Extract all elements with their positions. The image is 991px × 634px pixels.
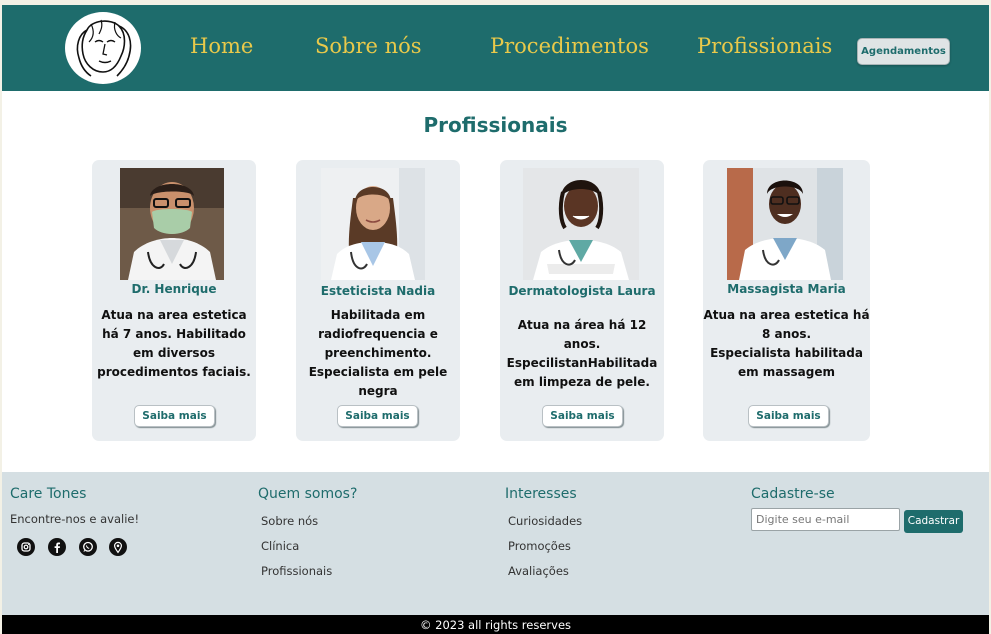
header: Home Sobre nós Procedimentos Profissiona… bbox=[2, 5, 989, 91]
card-name: Dr. Henrique bbox=[131, 282, 217, 296]
location-icon[interactable] bbox=[109, 538, 127, 556]
card-description-line: em diversos bbox=[133, 346, 215, 360]
card-description-line: Atua na area estetica bbox=[101, 308, 247, 322]
cadastrar-button[interactable]: Cadastrar bbox=[904, 510, 963, 533]
footer-about-title: Quem somos? bbox=[258, 486, 358, 502]
saiba-mais-button[interactable]: Saiba mais bbox=[337, 405, 418, 427]
footer-link-avaliacoes[interactable]: Avaliações bbox=[508, 564, 569, 578]
email-field[interactable] bbox=[751, 508, 900, 531]
card-description: Atua na area estetica há 7 anos. Habilit… bbox=[96, 306, 252, 382]
footer: Care Tones Encontre-nos e avalie! Quem s… bbox=[2, 472, 989, 615]
copyright-bar: © 2023 all rights reserves bbox=[2, 615, 989, 634]
professional-card-laura: Dermatologista Laura Atua na área há 12 … bbox=[500, 160, 664, 441]
professional-card-maria: Massagista Maria Atua na area estetica h… bbox=[703, 160, 870, 441]
saiba-mais-button[interactable]: Saiba mais bbox=[748, 405, 829, 427]
card-description-line: Habilitada em bbox=[330, 308, 426, 322]
card-name: Dermatologista Laura bbox=[508, 284, 656, 298]
section-title: Profissionais bbox=[423, 113, 568, 137]
photo-henrique bbox=[120, 168, 224, 280]
card-description-line: 8 anos. bbox=[761, 327, 812, 341]
footer-link-curiosidades[interactable]: Curiosidades bbox=[508, 514, 582, 528]
facebook-icon[interactable] bbox=[48, 538, 66, 556]
logo-face-icon bbox=[76, 19, 132, 77]
card-description: Habilitada em radiofrequencia e preenchi… bbox=[300, 306, 456, 401]
nav-profissionais[interactable]: Profissionais bbox=[697, 34, 832, 58]
footer-link-clinica[interactable]: Clínica bbox=[261, 539, 299, 553]
card-description-line: há 7 anos. Habilitado bbox=[102, 327, 246, 341]
footer-link-sobre-nos[interactable]: Sobre nós bbox=[261, 514, 318, 528]
logo[interactable] bbox=[65, 12, 141, 84]
card-name: Esteticista Nadia bbox=[320, 284, 436, 298]
card-description-line: em limpeza de pele. bbox=[514, 375, 650, 389]
card-description-line: negra bbox=[358, 384, 398, 398]
instagram-icon[interactable] bbox=[17, 538, 35, 556]
card-name: Massagista Maria bbox=[727, 282, 846, 296]
nav-sobre-nos[interactable]: Sobre nós bbox=[315, 34, 422, 58]
professional-card-nadia: Esteticista Nadia Habilitada em radiofre… bbox=[296, 160, 460, 441]
card-description: Atua na area estetica há 8 anos. Especia… bbox=[703, 306, 870, 382]
nav-procedimentos[interactable]: Procedimentos bbox=[490, 34, 649, 58]
whatsapp-icon[interactable] bbox=[79, 538, 97, 556]
page: Home Sobre nós Procedimentos Profissiona… bbox=[2, 5, 989, 634]
photo-laura bbox=[523, 168, 639, 280]
saiba-mais-button[interactable]: Saiba mais bbox=[134, 405, 215, 427]
nav-home[interactable]: Home bbox=[190, 34, 253, 58]
footer-brand-subtitle: Encontre-nos e avalie! bbox=[10, 512, 140, 526]
photo-nadia bbox=[321, 168, 425, 280]
footer-interests-title: Interesses bbox=[505, 486, 577, 502]
card-description-line: radiofrequencia e bbox=[318, 327, 438, 341]
card-description-line: Atua na area estetica há bbox=[703, 308, 870, 322]
photo-maria bbox=[727, 168, 843, 280]
footer-link-profissionais[interactable]: Profissionais bbox=[261, 564, 332, 578]
card-description-line: Especialista em pele bbox=[308, 365, 448, 379]
card-description-line: Atua na área há 12 anos. bbox=[517, 318, 647, 351]
card-description: Atua na área há 12 anos. EspecilistanHab… bbox=[500, 316, 664, 392]
card-description-line: preenchimento. bbox=[324, 346, 432, 360]
card-description-line: em massagem bbox=[737, 365, 836, 379]
footer-signup-title: Cadastre-se bbox=[751, 486, 835, 502]
agendamentos-button[interactable]: Agendamentos bbox=[857, 38, 950, 65]
footer-brand-title: Care Tones bbox=[10, 486, 87, 502]
footer-link-promocoes[interactable]: Promoções bbox=[508, 539, 571, 553]
saiba-mais-button[interactable]: Saiba mais bbox=[542, 405, 623, 427]
card-description-line: procedimentos faciais. bbox=[97, 365, 251, 379]
card-description-line: EspecilistanHabilitada bbox=[506, 356, 658, 370]
professional-card-henrique: Dr. Henrique Atua na area estetica há 7 … bbox=[92, 160, 256, 441]
card-description-line: Especialista habilitada bbox=[710, 346, 863, 360]
